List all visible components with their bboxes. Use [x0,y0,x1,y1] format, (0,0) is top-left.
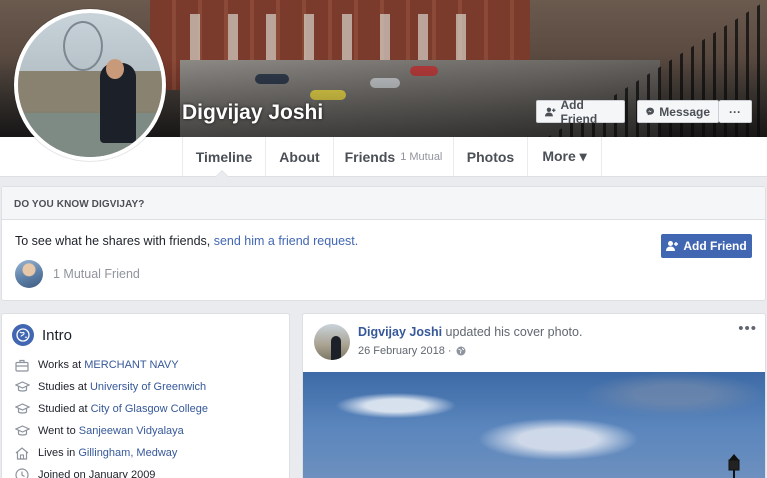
add-friend-label: Add Friend [560,97,598,126]
post-card: Digvijay Joshi updated his cover photo. … [302,313,766,478]
list-item: Studies at University of Greenwich [14,376,208,398]
post-author-avatar[interactable] [314,324,350,360]
intro-link[interactable]: Gillingham, Medway [78,447,177,459]
friend-request-link[interactable]: send him a friend request. [214,234,359,248]
intro-prefix: Studies at [38,381,90,393]
post-options-button[interactable]: ••• [738,320,757,337]
lamp-post-image [728,454,740,478]
list-item: Works at MERCHANT NAVY [14,354,208,376]
graduation-cap-icon [14,379,30,395]
post-cover-photo[interactable] [303,372,765,478]
list-item: Lives in Gillingham, Medway [14,442,208,464]
clock-icon [14,467,30,478]
intro-prefix: Went to [38,425,79,437]
add-friend-icon [666,241,679,251]
intro-text: Lives in Gillingham, Medway [38,447,177,459]
intro-text: Works at MERCHANT NAVY [38,359,179,371]
tab-label: More ▾ [542,148,587,164]
mutual-friend-avatar[interactable] [15,260,43,288]
avatar-river [18,71,162,111]
intro-link[interactable]: Sanjeewan Vidyalaya [79,425,184,437]
intro-text: Went to Sanjeewan Vidyalaya [38,425,184,437]
intro-title: Intro [42,326,73,344]
mutual-friends[interactable]: 1 Mutual Friend [15,260,140,288]
message-label: Message [659,104,710,119]
list-item: Studied at City of Glasgow College [14,398,208,420]
profile-avatar[interactable] [14,9,166,161]
add-friend-icon [545,107,556,116]
post-date[interactable]: 26 February 2018 · [358,345,452,357]
list-item: Joined on January 2009 [14,464,208,478]
messenger-icon [646,107,654,116]
add-friend-button[interactable]: Add Friend [536,97,625,126]
home-icon [14,445,30,461]
intro-prefix: Lives in [38,447,79,459]
tab-label: Timeline [195,148,253,165]
tab-label: About [279,148,320,165]
avatar-ferris-wheel [63,21,103,71]
briefcase-icon [14,357,30,373]
avatar-head [106,59,124,79]
tab-more[interactable]: More ▾ [527,137,602,176]
graduation-cap-icon [14,423,30,439]
intro-link[interactable]: University of Greenwich [90,381,206,393]
intro-link[interactable]: MERCHANT NAVY [84,359,178,371]
friend-request-prompt: To see what he shares with friends, send… [15,234,358,248]
public-globe-icon [456,346,466,356]
profile-name[interactable]: Digvijay Joshi [182,101,323,125]
do-you-know-card: DO YOU KNOW DIGVIJAY? To see what he sha… [1,186,766,301]
intro-heading: Intro [12,324,72,346]
intro-text: Joined on January 2009 [38,469,156,478]
tab-label: Photos [466,148,515,165]
cover-windows [190,14,490,60]
mutual-friends-label[interactable]: 1 Mutual Friend [53,267,140,281]
message-button[interactable]: Message [637,100,719,123]
intro-prefix: Works at [38,359,85,371]
intro-card: Intro Works at MERCHANT NAVY Studies at … [1,313,290,478]
post-header: Digvijay Joshi updated his cover photo. [358,325,582,339]
tab-label: Friends [344,148,396,165]
avatar-wall [18,113,162,157]
active-tab-caret [215,170,229,177]
more-options-icon: ··· [729,104,741,119]
globe-icon [12,324,34,346]
mutual-count: 1 Mutual [400,150,443,163]
intro-link[interactable]: City of Glasgow College [91,403,208,415]
add-friend-primary-button[interactable]: Add Friend [661,234,752,258]
intro-text: Studied at City of Glasgow College [38,403,208,415]
tab-photos[interactable]: Photos [453,137,527,176]
tab-friends[interactable]: Friends 1 Mutual [333,137,453,176]
post-author-name[interactable]: Digvijay Joshi [358,325,442,339]
add-friend-label: Add Friend [683,239,747,253]
tab-about[interactable]: About [265,137,333,176]
prompt-text: To see what he shares with friends, [15,234,214,248]
more-options-button[interactable]: ··· [719,100,752,123]
graduation-cap-icon [14,401,30,417]
intro-text: Studies at University of Greenwich [38,381,206,393]
do-you-know-heading: DO YOU KNOW DIGVIJAY? [2,187,765,220]
profile-photo [18,13,162,157]
intro-prefix: Studied at [38,403,91,415]
intro-list: Works at MERCHANT NAVY Studies at Univer… [14,354,208,478]
list-item: Went to Sanjeewan Vidyalaya [14,420,208,442]
post-meta: 26 February 2018 · [358,345,466,357]
post-action: updated his cover photo. [442,325,583,339]
